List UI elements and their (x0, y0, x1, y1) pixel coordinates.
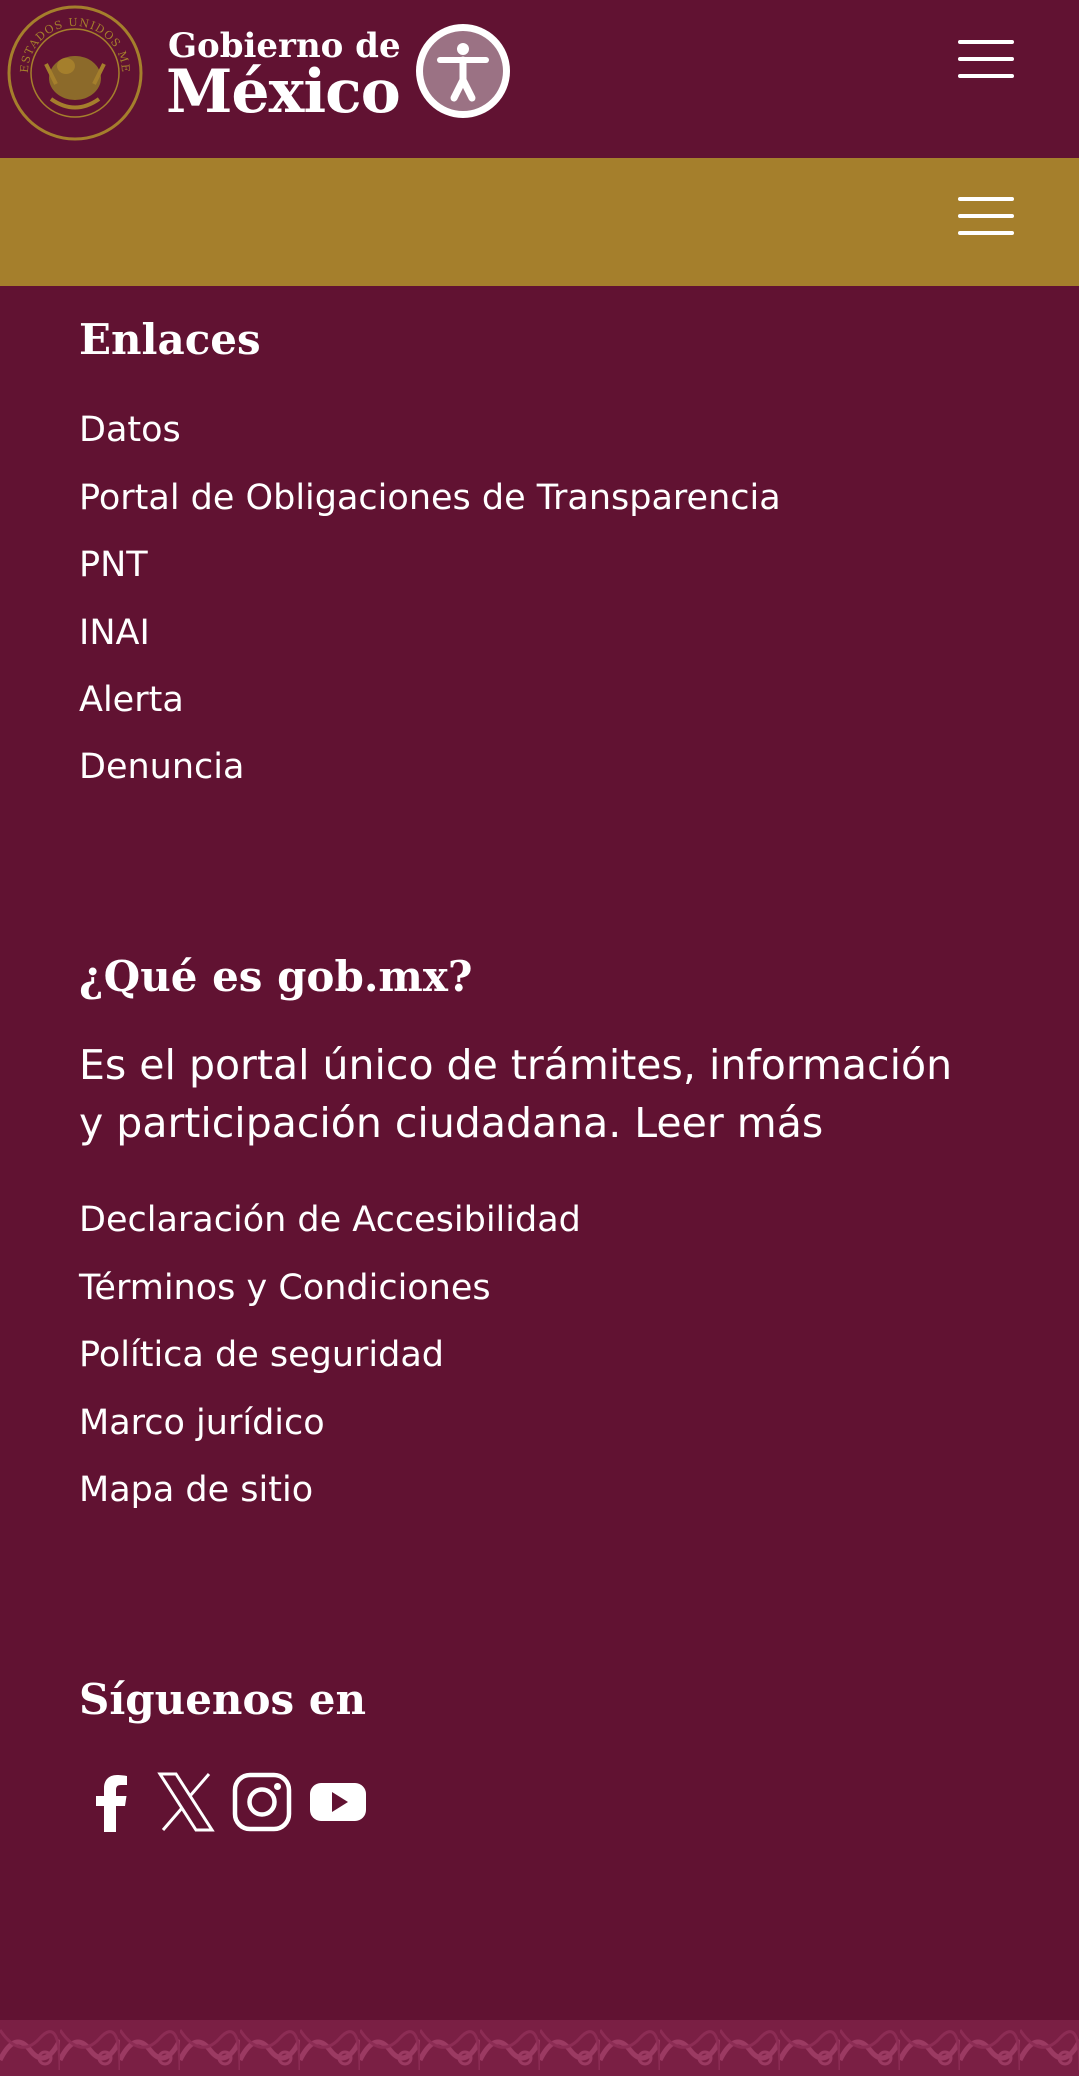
social-heading: Síguenos en (79, 1675, 366, 1724)
top-header: ESTADOS UNIDOS MEXICANOS Gobierno de Méx… (0, 0, 1079, 158)
secondary-nav-bar (0, 158, 1079, 286)
link-marco-juridico[interactable]: Marco jurídico (79, 1401, 325, 1445)
x-icon[interactable] (154, 1770, 218, 1834)
link-denuncia[interactable]: Denuncia (79, 745, 244, 789)
facebook-icon[interactable] (80, 1770, 144, 1834)
link-alerta[interactable]: Alerta (79, 678, 184, 722)
instagram-icon[interactable] (230, 1770, 294, 1834)
about-description: Es el portal único de trámites, informac… (79, 1036, 979, 1152)
link-accesibilidad[interactable]: Declaración de Accesibilidad (79, 1198, 581, 1242)
links-heading: Enlaces (79, 315, 261, 364)
link-mapa-sitio[interactable]: Mapa de sitio (79, 1468, 313, 1512)
link-portal-transparencia[interactable]: Portal de Obligaciones de Transparencia (79, 476, 781, 520)
link-politica-seguridad[interactable]: Política de seguridad (79, 1333, 444, 1377)
main-menu-button[interactable] (958, 40, 1014, 80)
link-terminos[interactable]: Términos y Condiciones (79, 1266, 491, 1310)
about-heading: ¿Qué es gob.mx? (79, 952, 473, 1001)
hamburger-icon (958, 197, 1014, 201)
national-seal-icon[interactable]: ESTADOS UNIDOS MEXICANOS (6, 4, 144, 142)
link-datos[interactable]: Datos (79, 408, 181, 452)
secondary-menu-button[interactable] (958, 197, 1014, 237)
decorative-pattern (0, 2020, 1079, 2076)
hamburger-icon (958, 40, 1014, 44)
link-pnt[interactable]: PNT (79, 543, 148, 587)
youtube-icon[interactable] (306, 1770, 370, 1834)
link-inai[interactable]: INAI (79, 611, 150, 655)
accessibility-icon[interactable] (414, 22, 512, 120)
read-more-link[interactable]: Leer más (634, 1099, 823, 1147)
logo-line-2[interactable]: México (166, 60, 401, 124)
